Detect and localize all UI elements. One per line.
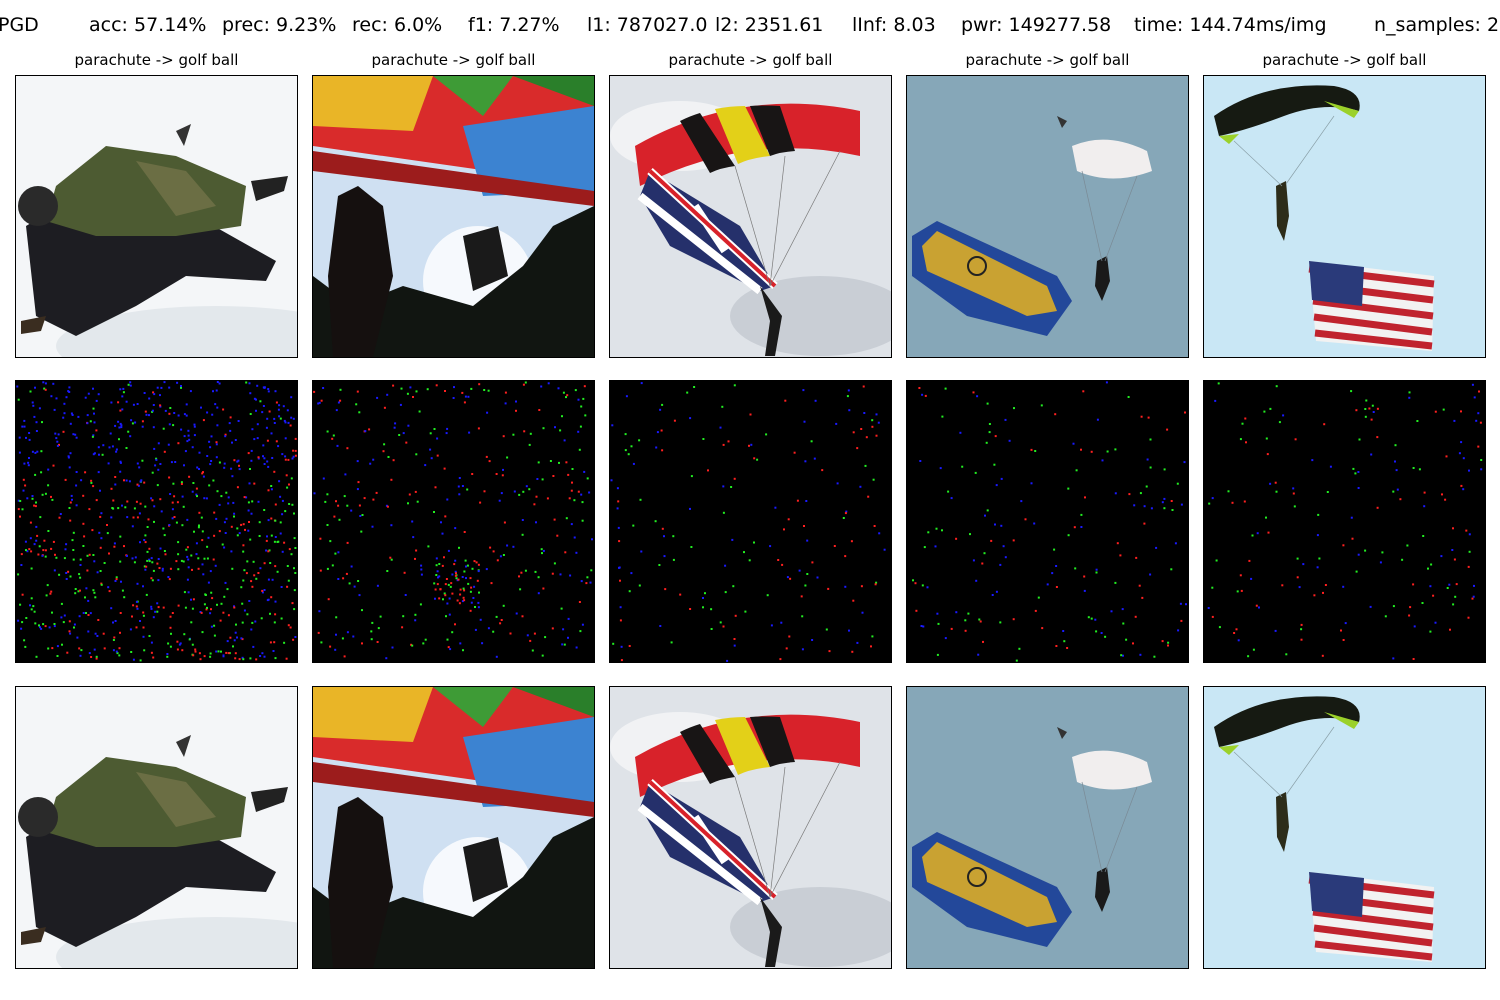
perturbation-map-5 [1203,380,1486,663]
method-label: PGD [0,14,39,36]
column-title-4: parachute -> golf ball [965,51,1130,69]
accuracy-metric: acc: 57.14% [89,14,207,36]
perturbation-map-1 [15,380,298,663]
column-title-2: parachute -> golf ball [371,51,536,69]
recall-metric: rec: 6.0% [352,14,443,36]
original-image-4 [906,75,1189,358]
adversarial-image-2 [312,686,595,969]
original-image-3 [609,75,892,358]
samples-metric: n_samples: 2 [1374,14,1500,36]
adversarial-image-4 [906,686,1189,969]
original-image-2 [312,75,595,358]
perturbation-map-3 [609,380,892,663]
power-metric: pwr: 149277.58 [961,14,1112,36]
original-image-1 [15,75,298,358]
l1-metric: l1: 787027.0 [587,14,708,36]
adversarial-image-5 [1203,686,1486,969]
perturbation-map-2 [312,380,595,663]
f1-metric: f1: 7.27% [468,14,560,36]
column-title-3: parachute -> golf ball [668,51,833,69]
precision-metric: prec: 9.23% [222,14,337,36]
original-image-5 [1203,75,1486,358]
column-title-1: parachute -> golf ball [74,51,239,69]
time-metric: time: 144.74ms/img [1134,14,1327,36]
l2-metric: l2: 2351.61 [715,14,824,36]
column-title-5: parachute -> golf ball [1262,51,1427,69]
adversarial-image-1 [15,686,298,969]
adversarial-image-3 [609,686,892,969]
linf-metric: lInf: 8.03 [852,14,936,36]
metrics-bar: PGD acc: 57.14% prec: 9.23% rec: 6.0% f1… [0,14,1500,44]
perturbation-map-4 [906,380,1189,663]
